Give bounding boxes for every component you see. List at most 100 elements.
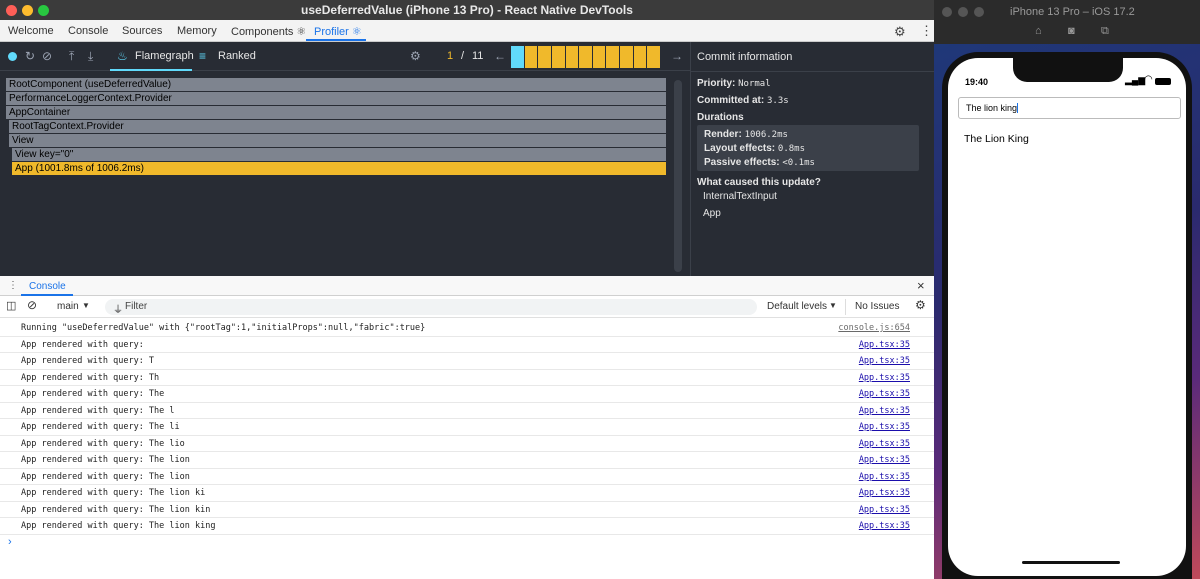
passive-effects-value: <0.1ms [782, 158, 815, 168]
console-settings-icon[interactable]: ⚙ [915, 298, 926, 312]
log-source-link[interactable]: App.tsx:35 [859, 521, 910, 531]
reload-icon[interactable]: ↻ [25, 49, 35, 63]
tab-welcome[interactable]: Welcome [8, 25, 54, 37]
commit-bar[interactable] [565, 46, 579, 68]
simulator-title: iPhone 13 Pro – iOS 17.2 [1010, 6, 1135, 18]
commit-bar[interactable] [620, 46, 633, 68]
log-source-link[interactable]: console.js:654 [838, 323, 910, 333]
commit-bars [511, 46, 661, 68]
levels-select[interactable]: Default levels [767, 301, 827, 312]
log-message: App rendered with query: The lio [21, 438, 185, 449]
durations-label: Durations [697, 112, 744, 123]
flamegraph-node[interactable]: PerformanceLoggerContext.Provider [6, 92, 666, 105]
next-commit-icon[interactable]: → [671, 49, 683, 63]
flamegraph-tab[interactable]: Flamegraph [135, 50, 194, 62]
simulator-close-button[interactable] [942, 7, 952, 17]
drawer-menu-icon[interactable]: ⋮ [8, 280, 18, 291]
gear-icon[interactable]: ⚙ [894, 24, 906, 40]
log-source-link[interactable]: App.tsx:35 [859, 340, 910, 350]
committed-at-label: Committed at: [697, 95, 765, 106]
log-source-link[interactable]: App.tsx:35 [859, 439, 910, 449]
sidebar-toggle-icon[interactable]: ◫ [6, 299, 16, 312]
log-message: App rendered with query: [21, 339, 144, 350]
chevron-down-icon[interactable]: ▼ [829, 301, 837, 310]
log-source-link[interactable]: App.tsx:35 [859, 389, 910, 399]
tab-sources[interactable]: Sources [122, 25, 162, 37]
profiler-panel: ↻ ⊘ ⤒ ⤓ ♨ Flamegraph ≡ Ranked ⚙ 1 / 11 ←… [0, 42, 934, 276]
more-options-icon[interactable]: ⋮ [920, 23, 933, 39]
log-source-link[interactable]: App.tsx:35 [859, 505, 910, 515]
console-drawer-header: ⋮ Console × [0, 276, 934, 296]
log-source-link[interactable]: App.tsx:35 [859, 356, 910, 366]
durations-box: Render: 1006.2ms Layout effects: 0.8ms P… [697, 125, 919, 171]
commit-bar[interactable] [538, 46, 551, 68]
update-cause-item[interactable]: InternalTextInput [703, 191, 777, 202]
log-source-link[interactable]: App.tsx:35 [859, 455, 910, 465]
home-icon[interactable]: ⌂ [1035, 25, 1042, 37]
simulator-maximize-button[interactable] [974, 7, 984, 17]
console-log-row: App rendered with query: The l App.tsx:35 [0, 403, 934, 419]
flamegraph-node[interactable]: RootTagContext.Provider [9, 120, 666, 133]
log-message: App rendered with query: The lion [21, 455, 190, 465]
filter-input-box[interactable]: ⏚ Filter [105, 299, 757, 316]
flamegraph-node[interactable]: AppContainer [6, 106, 666, 119]
commit-bar[interactable] [579, 46, 592, 68]
tab-components[interactable]: Components ⚛ [231, 25, 306, 38]
search-input[interactable]: The lion king [958, 97, 1181, 119]
profiler-settings-icon[interactable]: ⚙ [410, 49, 421, 63]
issues-counter[interactable]: No Issues [855, 301, 899, 312]
console-log-row: App rendered with query: The lion App.tsx… [0, 452, 934, 469]
log-source-link[interactable]: App.tsx:35 [859, 488, 910, 498]
filter-input[interactable]: Filter [125, 301, 147, 312]
log-message: App rendered with query: The lion kin [21, 504, 211, 515]
flamegraph-tab-indicator [110, 69, 192, 71]
log-source-link[interactable]: App.tsx:35 [859, 406, 910, 416]
window-title: useDeferredValue (iPhone 13 Pro) - React… [301, 3, 633, 17]
clear-icon[interactable]: ⊘ [42, 49, 52, 63]
console-log-row: App rendered with query: App.tsx:35 [0, 337, 934, 353]
log-source-link[interactable]: App.tsx:35 [859, 472, 910, 482]
log-source-link[interactable]: App.tsx:35 [859, 422, 910, 432]
upload-icon[interactable]: ⤒ [69, 49, 74, 64]
chevron-down-icon[interactable]: ▼ [82, 301, 90, 310]
simulator-minimize-button[interactable] [958, 7, 968, 17]
console-log-row: App rendered with query: The lion App.tsx… [0, 469, 934, 485]
clear-console-icon[interactable]: ⊘ [27, 298, 37, 312]
screenshot-icon[interactable]: ◙ [1068, 25, 1075, 37]
flamegraph-node[interactable]: RootComponent (useDeferredValue) [6, 78, 666, 91]
download-icon[interactable]: ⤓ [88, 49, 93, 64]
flamegraph-scrollbar[interactable] [674, 80, 682, 272]
commit-bar[interactable] [633, 46, 647, 68]
previous-commit-icon[interactable]: ← [494, 49, 506, 63]
rotate-icon[interactable]: ⧉ [1101, 25, 1109, 38]
committed-at-value: 3.3s [767, 96, 789, 106]
tab-console[interactable]: Console [68, 25, 108, 37]
commit-bar[interactable] [606, 46, 620, 68]
context-select[interactable]: main [57, 301, 79, 312]
tab-memory[interactable]: Memory [177, 25, 217, 37]
search-input-value: The lion king [966, 103, 1018, 113]
commit-bar[interactable] [524, 46, 538, 68]
console-drawer: ⋮ Console × ◫ ⊘ main ▼ ⏚ Filter Default … [0, 276, 934, 579]
commit-bar[interactable] [592, 46, 606, 68]
record-button[interactable] [8, 52, 17, 61]
flamegraph-node[interactable]: App (1001.8ms of 1006.2ms) [12, 162, 666, 175]
commit-bar[interactable] [647, 46, 661, 68]
commit-bar[interactable] [511, 46, 524, 68]
ranked-tab[interactable]: Ranked [218, 50, 256, 62]
flamegraph-node[interactable]: View key="0" [12, 148, 666, 161]
log-message: App rendered with query: The l [21, 405, 175, 416]
log-message: App rendered with query: The lion [21, 471, 190, 482]
tab-profiler[interactable]: Profiler ⚛ [314, 25, 362, 38]
profiler-toolbar: ↻ ⊘ ⤒ ⤓ ♨ Flamegraph ≡ Ranked ⚙ 1 / 11 ←… [0, 42, 690, 71]
render-label: Render: [704, 129, 742, 140]
update-cause-item[interactable]: App [703, 208, 721, 219]
close-icon[interactable]: × [917, 278, 925, 293]
log-message: App rendered with query: Th [21, 372, 160, 383]
commit-bar[interactable] [551, 46, 565, 68]
console-drawer-tab[interactable]: Console [29, 281, 66, 292]
status-time: 19:40 [965, 77, 989, 87]
flamegraph-node[interactable]: View [9, 134, 666, 147]
console-prompt-icon[interactable]: › [8, 536, 12, 548]
log-source-link[interactable]: App.tsx:35 [859, 373, 910, 383]
